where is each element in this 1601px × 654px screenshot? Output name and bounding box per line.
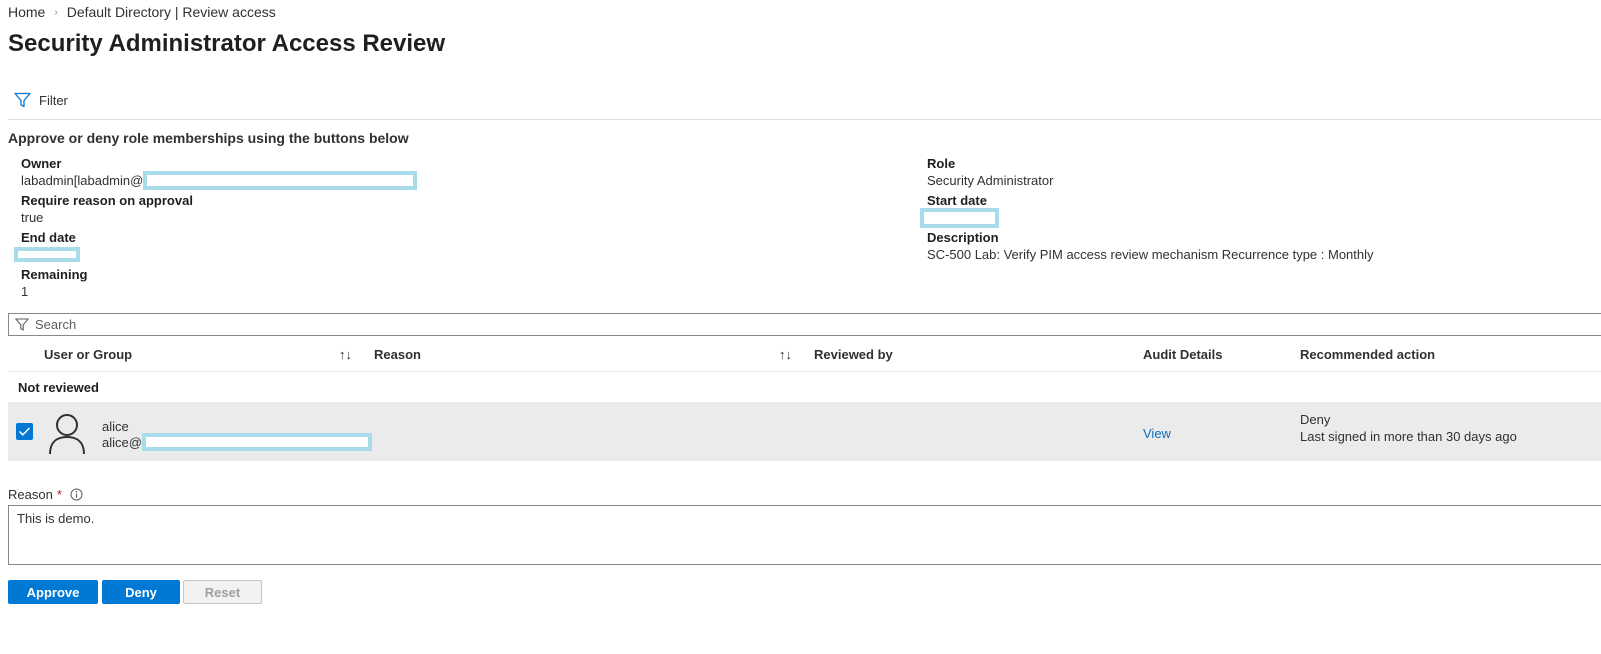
checkmark-icon [18, 427, 31, 436]
audit-details-view-link[interactable]: View [1143, 426, 1171, 441]
description-value: SC-500 Lab: Verify PIM access review mec… [927, 247, 1374, 262]
description-label: Description [927, 230, 999, 245]
owner-label: Owner [21, 156, 62, 171]
user-name: alice [102, 419, 129, 434]
more-options-button[interactable]: ··· [430, 34, 447, 50]
start-date-value [920, 208, 999, 228]
breadcrumb-home[interactable]: Home [8, 4, 45, 20]
sort-icon[interactable]: ↑↓ [339, 347, 352, 362]
filter-icon [15, 318, 29, 331]
owner-email-prefix: labadmin[labadmin@ [21, 173, 144, 188]
owner-redaction [143, 170, 418, 190]
deny-button[interactable]: Deny [102, 580, 180, 604]
section-heading: Approve or deny role memberships using t… [8, 130, 409, 146]
breadcrumb-separator: › [54, 6, 58, 18]
page-title: Security Administrator Access Review [8, 30, 446, 57]
reset-button[interactable]: Reset [183, 580, 262, 604]
required-marker: * [56, 487, 62, 502]
start-date-label: Start date [927, 193, 987, 208]
recommended-action: Deny [1300, 412, 1331, 427]
row-checkbox[interactable] [16, 423, 33, 440]
table-row[interactable]: alice alice@ View Deny Last signed in mo… [8, 403, 1601, 461]
column-header-audit-details[interactable]: Audit Details [1143, 347, 1222, 362]
column-header-recommended-action[interactable]: Recommended action [1300, 347, 1435, 362]
column-header-reason[interactable]: Reason [374, 347, 421, 362]
filter-icon [14, 92, 31, 108]
recommendation-reason: Last signed in more than 30 days ago [1300, 429, 1517, 444]
role-value: Security Administrator [927, 173, 1054, 188]
end-date-value [14, 246, 80, 263]
user-email: alice@ [102, 433, 372, 452]
search-input[interactable]: Search [8, 313, 1601, 336]
column-header-user-or-group[interactable]: User or Group [44, 347, 132, 362]
end-date-redaction [14, 247, 80, 263]
breadcrumb: Home › Default Directory | Review access [8, 3, 276, 21]
remaining-value: 1 [21, 284, 29, 299]
sort-icon[interactable]: ↑↓ [779, 347, 792, 362]
end-date-label: End date [21, 230, 76, 245]
breadcrumb-review-access[interactable]: Default Directory | Review access [67, 4, 276, 20]
require-reason-label: Require reason on approval [21, 193, 193, 208]
command-bar: Filter [8, 88, 1601, 120]
start-date-redaction [920, 208, 999, 228]
info-icon[interactable] [70, 488, 83, 501]
require-reason-value: true [21, 210, 44, 225]
reason-textarea[interactable]: This is demo. [8, 505, 1601, 565]
search-placeholder: Search [35, 317, 77, 332]
approve-button[interactable]: Approve [8, 580, 98, 604]
filter-label: Filter [39, 92, 68, 108]
column-header-reviewed-by[interactable]: Reviewed by [814, 347, 893, 362]
table-header: User or Group ↑↓ Reason ↑↓ Reviewed by A… [8, 338, 1601, 372]
person-icon [49, 414, 85, 455]
group-header-not-reviewed[interactable]: Not reviewed [8, 372, 1601, 403]
reason-label: Reason * [8, 487, 83, 502]
remaining-label: Remaining [21, 267, 88, 282]
user-email-redaction [141, 433, 372, 452]
owner-value: labadmin[labadmin@ [21, 170, 418, 190]
reason-label-text: Reason [8, 487, 53, 502]
role-label: Role [927, 156, 956, 171]
filter-button[interactable]: Filter [14, 92, 68, 108]
group-label: Not reviewed [18, 380, 99, 395]
user-email-prefix: alice@ [102, 435, 142, 450]
